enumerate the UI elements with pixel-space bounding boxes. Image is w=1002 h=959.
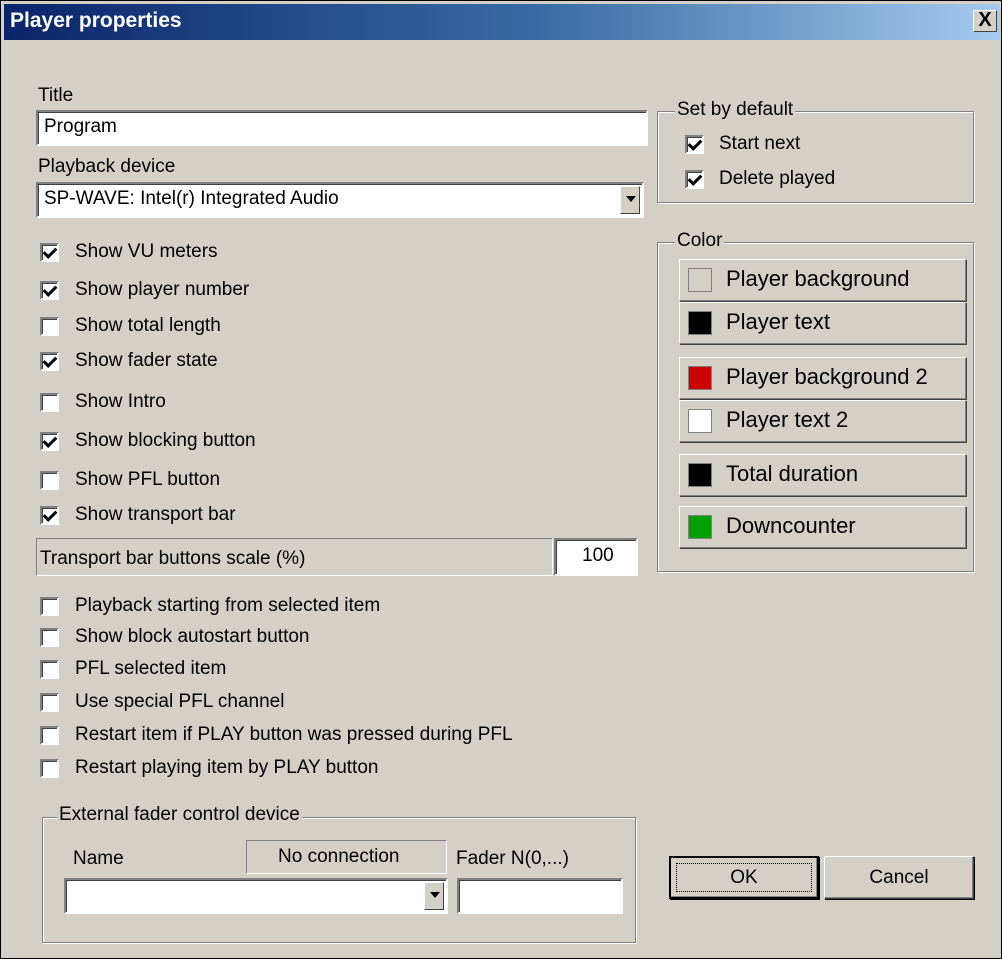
checkbox-show-player-number[interactable] [40, 281, 59, 300]
transport-scale-input[interactable]: 100 [554, 538, 638, 576]
color-button-total-duration[interactable]: Total duration [679, 454, 966, 496]
color-button-downcounter[interactable]: Downcounter [679, 506, 966, 548]
checkbox-show-blocking-button[interactable] [40, 432, 59, 451]
color-swatch [688, 515, 712, 539]
playback-device-select[interactable]: SP-WAVE: Intel(r) Integrated Audio [36, 182, 644, 218]
checkbox-show-intro[interactable] [40, 393, 59, 412]
checkbox-label: Restart item if PLAY button was pressed … [75, 724, 513, 745]
checkbox-label: Show total length [75, 315, 221, 336]
checkbox-show-fader-state[interactable] [40, 352, 59, 371]
checkbox-show-total-length[interactable] [40, 317, 59, 336]
title-input-value: Program [44, 116, 117, 137]
checkbox-show-pfl-button[interactable] [40, 471, 59, 490]
checkbox-label: Show fader state [75, 350, 218, 371]
playback-device-label: Playback device [38, 156, 176, 177]
chevron-down-icon[interactable] [620, 186, 640, 214]
checkbox-label: Use special PFL channel [75, 691, 285, 712]
color-label: Player background [726, 266, 910, 291]
checkbox-label: Playback starting from selected item [75, 595, 381, 616]
checkbox-label: Start next [719, 133, 801, 154]
checkbox-delete-played[interactable] [685, 170, 704, 189]
checkbox-label: Show transport bar [75, 504, 236, 525]
checkbox-label: Restart playing item by PLAY button [75, 757, 379, 778]
color-swatch [688, 311, 712, 335]
color-button-player-background[interactable]: Player background [679, 259, 966, 301]
checkbox-restart-playing-item-by-play-button[interactable] [40, 759, 59, 778]
set-by-default-legend: Set by default [675, 99, 796, 121]
transport-scale-label: Transport bar buttons scale (%) [40, 548, 306, 569]
connection-status: No connection [246, 840, 447, 874]
title-input[interactable]: Program [36, 110, 648, 146]
fader-number-input[interactable] [457, 878, 623, 914]
fader-number-label: Fader N(0,...) [456, 848, 569, 869]
transport-scale-panel: Transport bar buttons scale (%) [36, 538, 553, 576]
color-swatch [688, 463, 712, 487]
color-button-player-text[interactable]: Player text [679, 302, 966, 344]
color-label: Total duration [726, 461, 859, 486]
checkbox-label: Show VU meters [75, 241, 218, 262]
fader-name-select[interactable] [64, 878, 448, 914]
checkbox-restart-item-if-play-button-was-pressed-during-pfl[interactable] [40, 726, 59, 745]
close-button[interactable]: X [973, 10, 997, 32]
checkbox-label: Show block autostart button [75, 626, 310, 647]
chevron-down-icon[interactable] [424, 882, 444, 910]
ok-button[interactable]: OK [669, 856, 819, 899]
color-label: Downcounter [726, 513, 856, 538]
window-title: Player properties [10, 9, 182, 32]
checkbox-label: PFL selected item [75, 658, 227, 679]
color-swatch [688, 268, 712, 292]
checkbox-label: Delete played [719, 168, 836, 189]
color-button-player-text-2[interactable]: Player text 2 [679, 400, 966, 442]
color-label: Player text 2 [726, 407, 849, 432]
connection-status-text: No connection [278, 846, 400, 867]
external-fader-legend: External fader control device [57, 804, 302, 826]
playback-device-value: SP-WAVE: Intel(r) Integrated Audio [44, 188, 339, 209]
checkbox-playback-starting-from-selected-item[interactable] [40, 597, 59, 616]
checkbox-show-transport-bar[interactable] [40, 506, 59, 525]
cancel-button-label: Cancel [869, 867, 929, 888]
fader-name-label: Name [73, 848, 124, 869]
cancel-button[interactable]: Cancel [824, 856, 974, 899]
color-legend: Color [675, 230, 725, 252]
checkbox-label: Show player number [75, 279, 250, 300]
checkbox-show-block-autostart-button[interactable] [40, 628, 59, 647]
color-button-player-background-2[interactable]: Player background 2 [679, 357, 966, 399]
checkbox-label: Show blocking button [75, 430, 256, 451]
color-swatch [688, 409, 712, 433]
title-label: Title [38, 85, 74, 106]
checkbox-label: Show PFL button [75, 469, 221, 490]
checkbox-label: Show Intro [75, 391, 166, 412]
checkbox-use-special-pfl-channel[interactable] [40, 693, 59, 712]
color-label: Player background 2 [726, 364, 928, 389]
title-bar[interactable]: Player properties X [4, 4, 1000, 40]
color-swatch [688, 366, 712, 390]
color-label: Player text [726, 309, 830, 334]
checkbox-start-next[interactable] [685, 135, 704, 154]
player-properties-dialog: Player properties X Title Program Playba… [0, 0, 1002, 959]
checkbox-show-vu-meters[interactable] [40, 243, 59, 262]
checkbox-pfl-selected-item[interactable] [40, 660, 59, 679]
ok-button-label: OK [730, 867, 758, 888]
transport-scale-value: 100 [582, 545, 614, 566]
